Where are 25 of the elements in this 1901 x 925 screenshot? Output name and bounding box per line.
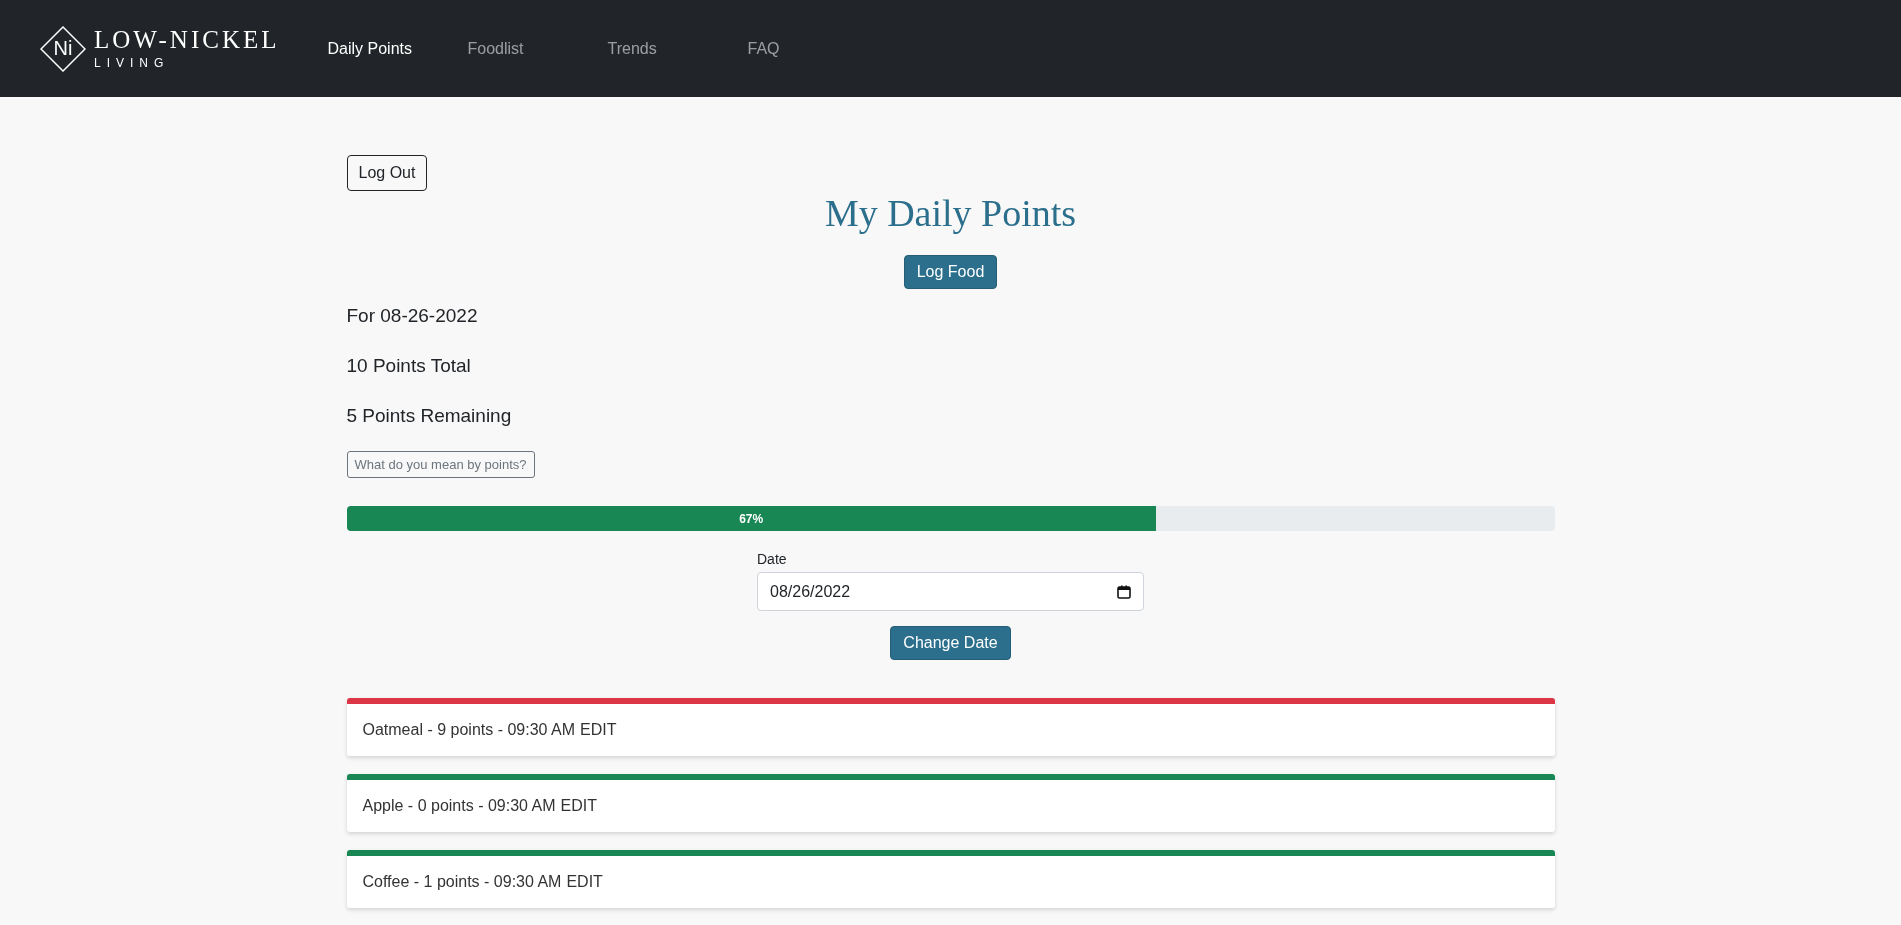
nav-link[interactable]: Trends — [607, 31, 748, 66]
summary-text: For 08-26-2022 — [346, 305, 479, 327]
date-label: Date — [757, 551, 788, 567]
calendar-icon[interactable] — [1117, 584, 1131, 599]
nav-link[interactable]: Daily Points — [327, 31, 468, 66]
logout-button[interactable]: Log Out — [346, 155, 428, 191]
points-help-button[interactable]: What do you mean by points? — [346, 451, 535, 478]
page-title: My Daily Points — [823, 191, 1078, 235]
logo-diamond-icon: Ni — [40, 25, 86, 72]
logo-name: LOW-NICKEL — [94, 27, 280, 52]
nav-link[interactable]: Foodlist — [467, 31, 608, 66]
nav-link[interactable]: FAQ — [747, 31, 888, 66]
logo-tagline: LIVING — [94, 56, 171, 70]
food-entry-text: Oatmeal - 9 points - 09:30 AM — [362, 721, 576, 739]
summary-text: 10 Points Total — [346, 355, 472, 377]
progress-fill: 67% — [346, 506, 1156, 531]
date-field[interactable]: 08/26/2022 — [757, 572, 1144, 611]
food-entry-text: Coffee - 1 points - 09:30 AM — [362, 873, 562, 891]
edit-link[interactable]: EDIT — [560, 797, 597, 815]
summary-text: 5 Points Remaining — [346, 405, 513, 427]
change-date-button[interactable]: Change Date — [890, 626, 1011, 660]
food-entry-text: Apple - 0 points - 09:30 AM — [362, 797, 556, 815]
log-food-button[interactable]: Log Food — [903, 255, 998, 289]
edit-link[interactable]: EDIT — [580, 721, 617, 739]
edit-link[interactable]: EDIT — [566, 873, 603, 891]
